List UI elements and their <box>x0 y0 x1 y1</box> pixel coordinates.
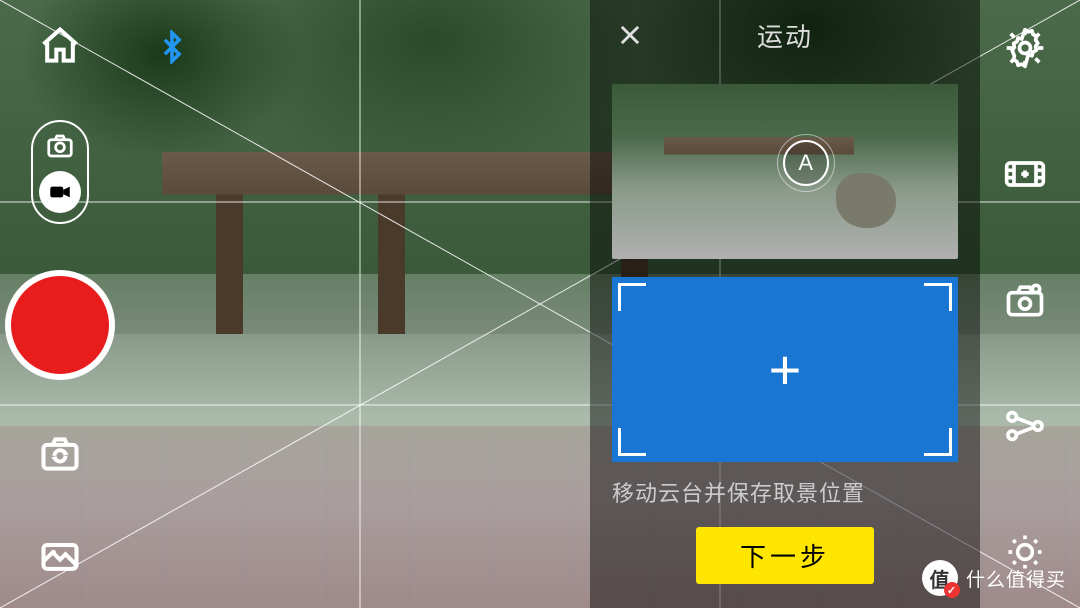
frame-corner <box>618 283 646 311</box>
home-button[interactable] <box>32 18 88 74</box>
motion-panel: 运动 A + 移动云台并保存取景位置 下一步 <box>590 0 980 608</box>
frame-corner <box>618 428 646 456</box>
watermark-text: 什么值得买 <box>966 565 1066 592</box>
panel-hint: 移动云台并保存取景位置 <box>612 476 958 508</box>
video-mode-icon <box>39 171 81 213</box>
next-button[interactable]: 下一步 <box>696 527 874 584</box>
plus-icon: + <box>769 342 802 398</box>
panel-close-button[interactable] <box>608 13 652 57</box>
left-toolbar <box>20 0 100 608</box>
film-effects-button[interactable] <box>997 146 1053 202</box>
frame-corner <box>924 428 952 456</box>
add-position-frame[interactable]: + <box>612 277 958 462</box>
watermark: 值 什么值得买 <box>922 560 1066 596</box>
nodes-button[interactable] <box>997 398 1053 454</box>
right-toolbar <box>990 0 1060 608</box>
camera-settings-button[interactable] <box>997 272 1053 328</box>
saved-position-a[interactable]: A <box>612 84 958 259</box>
panel-header: 运动 <box>590 0 980 70</box>
switch-camera-button[interactable] <box>32 426 88 482</box>
photo-mode-icon <box>45 131 75 166</box>
settings-button[interactable] <box>997 20 1053 76</box>
record-button[interactable] <box>5 270 115 380</box>
gallery-button[interactable] <box>32 528 88 584</box>
frame-corner <box>924 283 952 311</box>
bluetooth-icon <box>155 30 189 69</box>
position-marker-a: A <box>783 140 829 186</box>
capture-mode-toggle[interactable] <box>31 120 89 224</box>
panel-body: A + 移动云台并保存取景位置 下一步 <box>590 70 980 608</box>
watermark-badge: 值 <box>922 560 958 596</box>
